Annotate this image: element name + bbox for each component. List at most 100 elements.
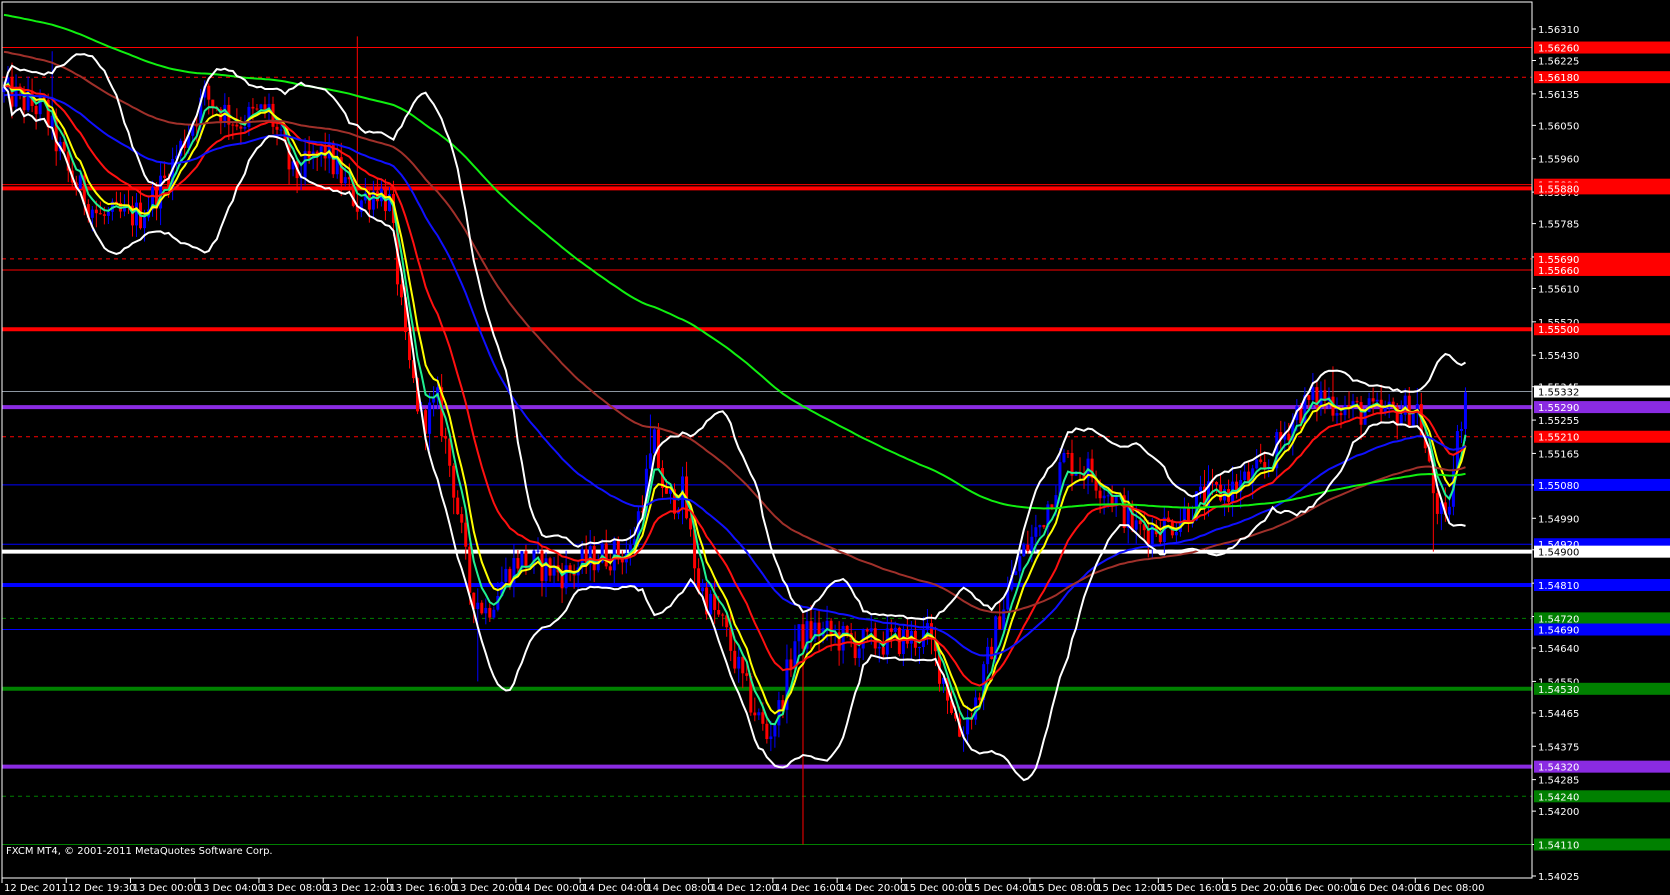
candle	[492, 606, 496, 620]
candle-body	[1134, 520, 1138, 530]
price-tick-label: 1.55430	[1538, 351, 1579, 362]
candle	[721, 612, 725, 627]
time-tick-label: 14 Dec 00:00	[518, 883, 585, 894]
candle	[1086, 451, 1090, 495]
candle-body	[243, 127, 247, 129]
candle-body	[893, 627, 897, 632]
candle-body	[721, 614, 725, 616]
candle-body	[1335, 413, 1339, 416]
time-tick-label: 14 Dec 12:00	[711, 883, 778, 894]
price-tick-label: 1.54640	[1538, 644, 1579, 655]
time-tick-label: 15 Dec 20:00	[1225, 883, 1292, 894]
candle	[837, 621, 841, 666]
candle-body	[757, 712, 761, 716]
candle	[905, 618, 909, 649]
time-tick-label: 13 Dec 04:00	[197, 883, 264, 894]
candle-body	[1038, 525, 1042, 528]
price-tick-label: 1.55255	[1538, 416, 1579, 427]
price-chart[interactable]: 1.56310 1.56225 1.56135 1.56050 1.55960 1.558…	[0, 0, 1670, 895]
candle-body	[889, 628, 893, 632]
time-tick-label: 13 Dec 00:00	[132, 883, 199, 894]
candle-body	[1255, 459, 1259, 469]
candle	[1122, 487, 1126, 534]
candle	[1415, 387, 1419, 425]
candle	[620, 550, 624, 575]
candle	[552, 557, 556, 584]
candle-body	[1243, 471, 1247, 481]
candle-body	[1311, 387, 1315, 400]
candle	[1006, 576, 1010, 613]
candle	[797, 624, 801, 658]
candle-body	[608, 566, 612, 571]
candle	[921, 616, 925, 654]
candle	[540, 546, 544, 597]
candle-body	[1030, 536, 1034, 551]
candle-body	[1014, 571, 1018, 575]
time-tick-label: 16 Dec 00:00	[1289, 883, 1356, 894]
candle-body	[753, 712, 757, 716]
candle-body	[484, 607, 488, 614]
candle-body	[1106, 495, 1110, 497]
candle-body	[1022, 544, 1026, 557]
time-tick-label: 13 Dec 12:00	[325, 883, 392, 894]
candle	[853, 631, 857, 666]
candle-body	[452, 465, 456, 498]
candle-body	[343, 177, 347, 184]
candle-body	[1034, 527, 1038, 537]
time-axis[interactable]: 12 Dec 2011 12 Dec 19:3013 Dec 00:0013 De…	[1, 878, 1485, 894]
candle	[604, 529, 608, 570]
time-tick-label: 15 Dec 16:00	[1160, 883, 1227, 894]
price-axis[interactable]: 1.56310 1.56225 1.56135 1.56050 1.55960 1.558…	[1532, 25, 1579, 883]
level-price-label: 1.54240	[1538, 792, 1579, 803]
candle-body	[444, 435, 448, 439]
candle-body	[1375, 399, 1379, 402]
candle-body	[512, 558, 516, 587]
candle-body	[34, 105, 38, 115]
price-tick-label: 1.56050	[1538, 121, 1579, 132]
candle	[130, 196, 134, 237]
candle-body	[544, 558, 548, 582]
candle-body	[1198, 486, 1202, 492]
candle	[428, 392, 432, 451]
candle-body	[1435, 493, 1439, 514]
candle	[480, 600, 484, 615]
candle	[705, 582, 709, 620]
candle	[1042, 524, 1046, 529]
candle-body	[1371, 398, 1375, 402]
price-tick-label: 1.56225	[1538, 57, 1579, 68]
candle	[1279, 420, 1283, 450]
bollinger-lower-band	[3, 86, 1466, 782]
level-price-label: 1.55080	[1538, 481, 1579, 492]
candle-body	[841, 625, 845, 651]
candle-body	[1026, 544, 1030, 551]
candle-body	[769, 736, 773, 740]
level-price-label: 1.55290	[1538, 403, 1579, 414]
candle	[741, 656, 745, 689]
candle-body	[399, 284, 403, 298]
candle-body	[480, 602, 484, 614]
candle-body	[428, 402, 432, 434]
candle-body	[990, 646, 994, 660]
candle	[488, 603, 492, 622]
candle-body	[239, 126, 243, 129]
candle	[379, 178, 383, 207]
candle	[1459, 421, 1463, 444]
candle	[1154, 519, 1158, 537]
candle	[227, 97, 231, 140]
price-tick-label: 1.55165	[1538, 449, 1579, 460]
candle-body	[881, 646, 885, 655]
candle	[612, 536, 616, 587]
moving-average-line	[3, 50, 1466, 614]
candle	[1066, 450, 1070, 458]
candle-body	[94, 209, 98, 214]
candle-body	[777, 700, 781, 726]
candle-body	[231, 124, 235, 126]
candle-body	[773, 725, 777, 737]
candle	[1407, 386, 1411, 427]
candle-body	[464, 522, 468, 547]
candle	[966, 705, 970, 744]
level-price-label: 1.54320	[1538, 763, 1579, 774]
candle	[548, 556, 552, 582]
candle	[865, 627, 869, 643]
candle-body	[275, 126, 279, 130]
